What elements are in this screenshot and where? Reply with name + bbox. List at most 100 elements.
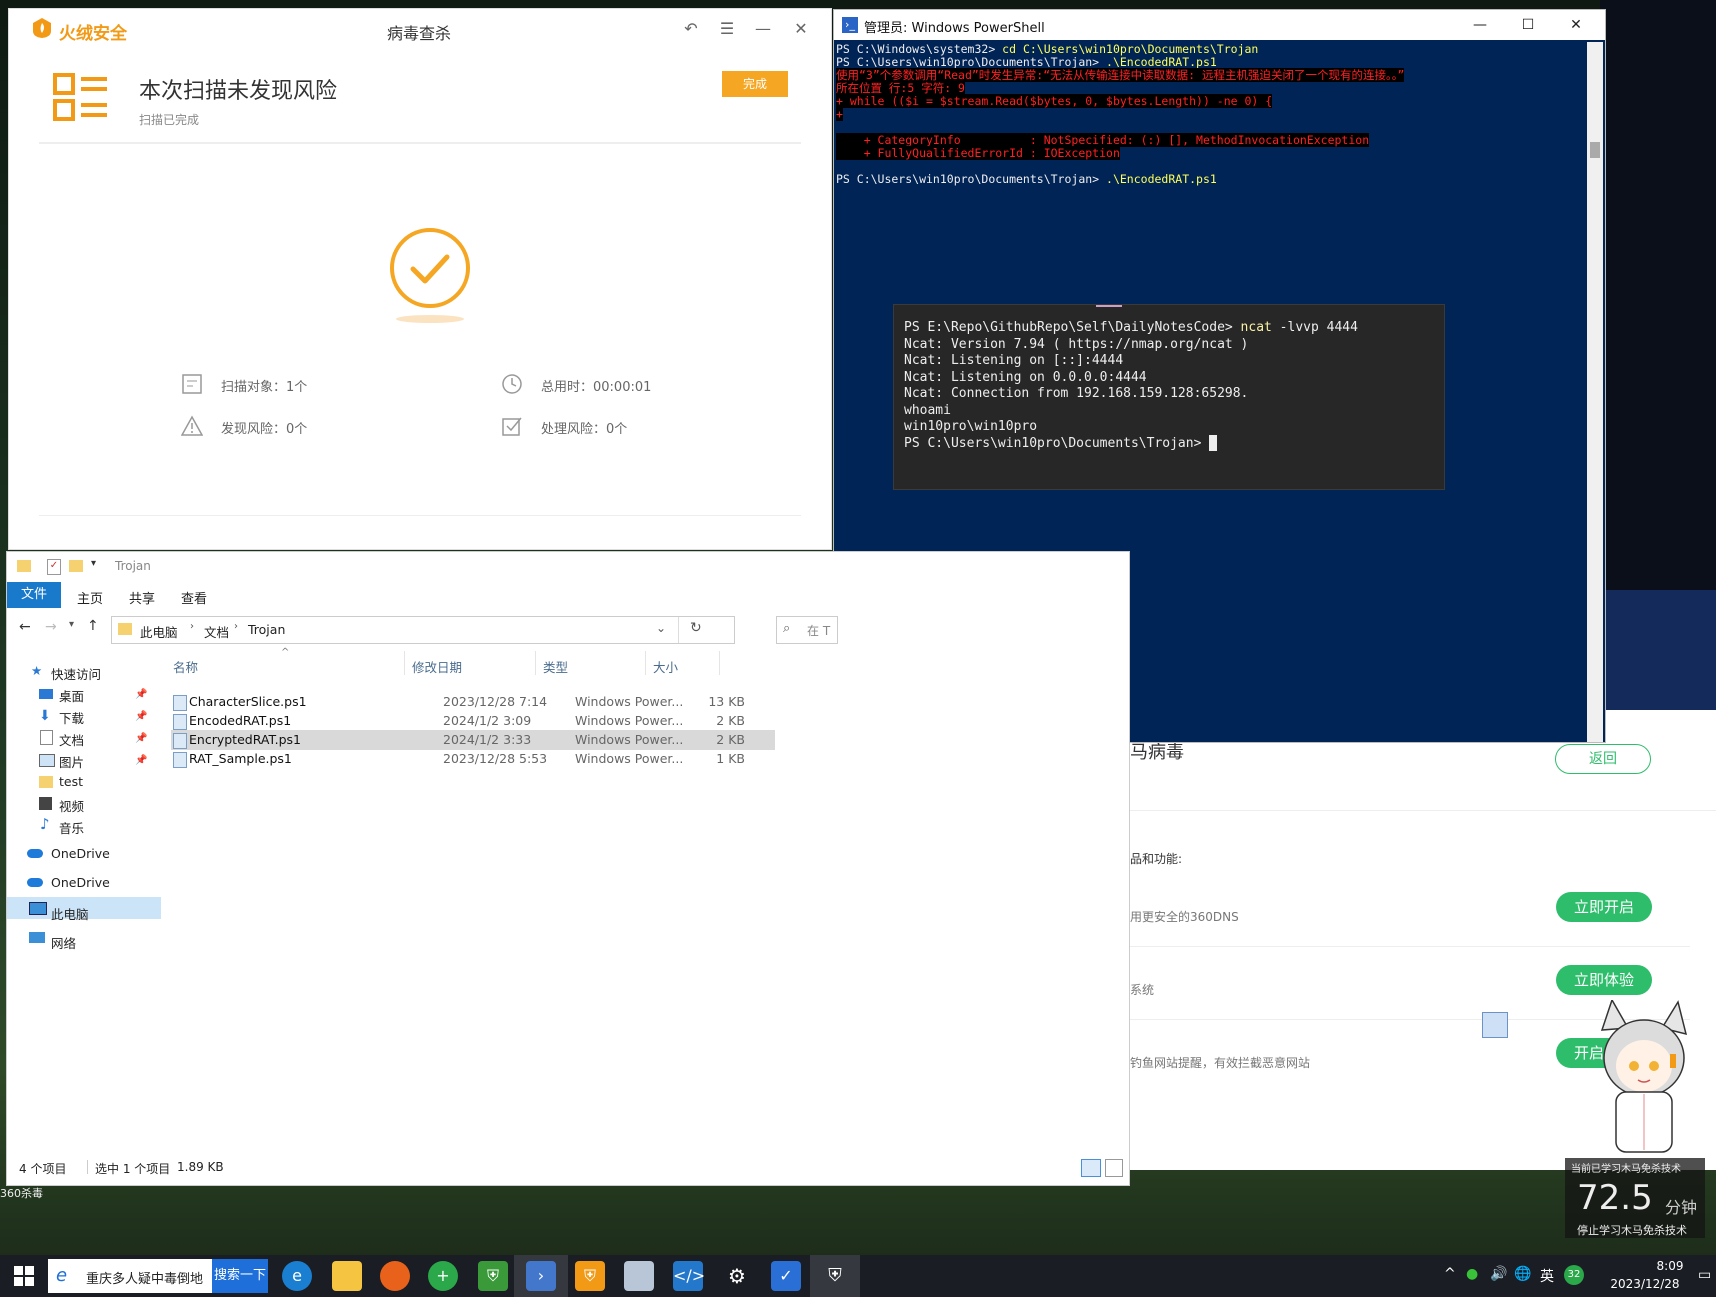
floating-app-icon[interactable] <box>1482 1012 1508 1038</box>
ime-indicator[interactable]: 英 <box>1540 1266 1554 1286</box>
forward-arrow-icon[interactable]: → <box>45 619 57 635</box>
file-row[interactable]: EncodedRAT.ps1 2024/1/2 3:09 Windows Pow… <box>171 711 775 731</box>
360-browser-icon[interactable]: + <box>428 1261 458 1291</box>
music-icon: ♪ <box>40 815 50 833</box>
file-type: Windows Power... <box>575 732 684 747</box>
column-type[interactable]: 类型 <box>543 657 568 676</box>
nav-pictures[interactable]: 图片 <box>59 752 84 771</box>
settings-gear-icon[interactable]: ⚙ <box>722 1261 752 1291</box>
close-icon[interactable]: ✕ <box>1564 13 1588 37</box>
details-view-icon[interactable] <box>1081 1159 1101 1177</box>
huorong-window: 火绒安全 病毒查杀 ↶ ☰ — ✕ 本次扫描未发现风险 扫描已完成 完成 扫描对… <box>8 8 832 550</box>
nav-music[interactable]: 音乐 <box>59 818 84 837</box>
scan-result-subtitle: 扫描已完成 <box>139 113 200 127</box>
nav-onedrive[interactable]: OneDrive <box>51 875 110 890</box>
nav-desktop[interactable]: 桌面 <box>59 686 84 705</box>
360-back-button[interactable]: 返回 <box>1555 744 1651 774</box>
nav-documents[interactable]: 文档 <box>59 730 84 749</box>
large-icons-view-icon[interactable] <box>1105 1159 1123 1177</box>
back-arrow-icon[interactable]: ← <box>19 619 31 635</box>
recent-locations-icon[interactable]: ▾ <box>69 619 74 630</box>
console-line: PS C:\Users\win10pro\Documents\Trojan> .… <box>836 172 1217 186</box>
notification-center-icon[interactable]: ▭ <box>1698 1267 1711 1283</box>
minimize-icon[interactable]: — <box>1468 13 1492 37</box>
nav-onedrive[interactable]: OneDrive <box>51 846 110 861</box>
security-shield-icon[interactable]: ✓ <box>771 1261 801 1291</box>
file-row[interactable]: RAT_Sample.ps1 2023/12/28 5:53 Windows P… <box>171 749 775 769</box>
terminal-window[interactable]: PS E:\Repo\GithubRepo\Self\DailyNotesCod… <box>893 304 1445 490</box>
breadcrumb-trojan[interactable]: Trojan <box>248 622 285 637</box>
firefox-icon[interactable] <box>380 1261 410 1291</box>
cloud-icon <box>27 878 43 887</box>
powershell-file-icon <box>173 714 187 730</box>
timer-stop-link[interactable]: 停止学习木马免杀技术 <box>1577 1222 1687 1238</box>
up-arrow-icon[interactable]: ↑ <box>87 618 99 634</box>
360-security-icon[interactable]: ⛨ <box>478 1261 508 1291</box>
mascot-image[interactable] <box>1590 998 1700 1160</box>
chevron-right-icon[interactable]: › <box>190 621 194 632</box>
file-explorer-window: ✓ ▾ Trojan 文件 主页 共享 查看 ← → ▾ ↑ 此电脑 › 文档 … <box>6 551 1130 1186</box>
refresh-icon[interactable]: ↻ <box>690 620 702 636</box>
scrollbar-thumb[interactable] <box>1590 142 1600 158</box>
search-box[interactable]: ⌕ 在 T <box>776 616 838 644</box>
nav-test[interactable]: test <box>59 774 83 789</box>
powershell-file-icon <box>173 695 187 711</box>
pin-icon[interactable]: 📌 <box>135 711 147 722</box>
pin-icon[interactable]: 📌 <box>135 733 147 744</box>
minimize-icon[interactable]: — <box>751 17 775 41</box>
nav-videos[interactable]: 视频 <box>59 796 84 815</box>
scan-result-title: 本次扫描未发现风险 <box>139 79 338 104</box>
network-globe-icon[interactable]: 🌐 <box>1514 1266 1531 1282</box>
ribbon-tab-share[interactable]: 共享 <box>129 588 155 607</box>
column-name[interactable]: 名称 <box>173 657 198 676</box>
ribbon-tab-home[interactable]: 主页 <box>77 588 103 607</box>
breadcrumb-documents[interactable]: 文档 <box>204 622 229 641</box>
ribbon-tab-file[interactable]: 文件 <box>7 582 61 608</box>
close-icon[interactable]: ✕ <box>789 17 813 41</box>
nav-quick-access[interactable]: 快速访问 <box>51 664 101 683</box>
tray-360-icon[interactable]: ● <box>1466 1266 1478 1282</box>
nav-this-pc[interactable]: 此电脑 <box>51 904 89 923</box>
breadcrumb-this-pc[interactable]: 此电脑 <box>140 622 178 641</box>
properties-icon[interactable]: ✓ <box>47 559 61 575</box>
360-feature-desc: 钓鱼网站提醒，有效拦截恶意网站 <box>1130 1056 1311 1070</box>
quick-access-dropdown-icon[interactable]: ▾ <box>91 558 96 569</box>
notification-badge[interactable]: 32 <box>1564 1265 1584 1285</box>
remote-desktop-icon[interactable] <box>624 1261 654 1291</box>
done-button[interactable]: 完成 <box>722 71 788 97</box>
360-try-button[interactable]: 立即体验 <box>1556 965 1652 995</box>
taskbar-search-box[interactable]: e 重庆多人疑中毒倒地 <box>48 1259 212 1293</box>
new-folder-icon[interactable] <box>69 560 83 572</box>
windows-start-icon[interactable] <box>14 1266 34 1286</box>
terminal-line: Ncat: Listening on [::]:4444 <box>904 353 1124 368</box>
taskbar-search-button[interactable]: 搜索一下 <box>212 1259 268 1293</box>
column-size[interactable]: 大小 <box>653 657 678 676</box>
nav-network[interactable]: 网络 <box>51 933 76 952</box>
tray-overflow-icon[interactable]: ^ <box>1444 1266 1456 1282</box>
file-name: RAT_Sample.ps1 <box>189 751 292 766</box>
clock-date[interactable]: 2023/12/28 <box>1590 1277 1700 1291</box>
scan-report-icon <box>53 71 109 123</box>
file-type: Windows Power... <box>575 694 684 709</box>
powershell-scrollbar[interactable] <box>1587 42 1603 742</box>
vscode-icon[interactable]: </> <box>673 1261 705 1291</box>
nav-downloads[interactable]: 下载 <box>59 708 84 727</box>
undo-icon[interactable]: ↶ <box>679 17 703 41</box>
maximize-icon[interactable]: ☐ <box>1516 13 1540 37</box>
file-explorer-icon[interactable] <box>332 1261 362 1291</box>
file-row[interactable]: CharacterSlice.ps1 2023/12/28 7:14 Windo… <box>171 692 775 712</box>
chevron-down-icon[interactable]: ⌄ <box>656 621 666 635</box>
pin-icon[interactable]: 📌 <box>135 689 147 700</box>
huorong-taskbar-icon[interactable]: ⛨ <box>575 1261 605 1291</box>
360-enable-button[interactable]: 立即开启 <box>1556 892 1652 922</box>
edge-icon[interactable]: e <box>282 1261 312 1291</box>
chevron-right-icon[interactable]: › <box>234 621 238 632</box>
address-bar[interactable]: 此电脑 › 文档 › Trojan ⌄ ↻ <box>111 616 735 644</box>
clock-time[interactable]: 8:09 <box>1640 1259 1700 1273</box>
volume-icon[interactable]: 🔊 <box>1490 1266 1507 1282</box>
menu-icon[interactable]: ☰ <box>715 17 739 41</box>
file-row-selected[interactable]: EncryptedRAT.ps1 2024/1/2 3:33 Windows P… <box>171 730 775 750</box>
column-date-modified[interactable]: 修改日期 <box>412 657 462 676</box>
pin-icon[interactable]: 📌 <box>135 755 147 766</box>
ribbon-tab-view[interactable]: 查看 <box>181 588 207 607</box>
